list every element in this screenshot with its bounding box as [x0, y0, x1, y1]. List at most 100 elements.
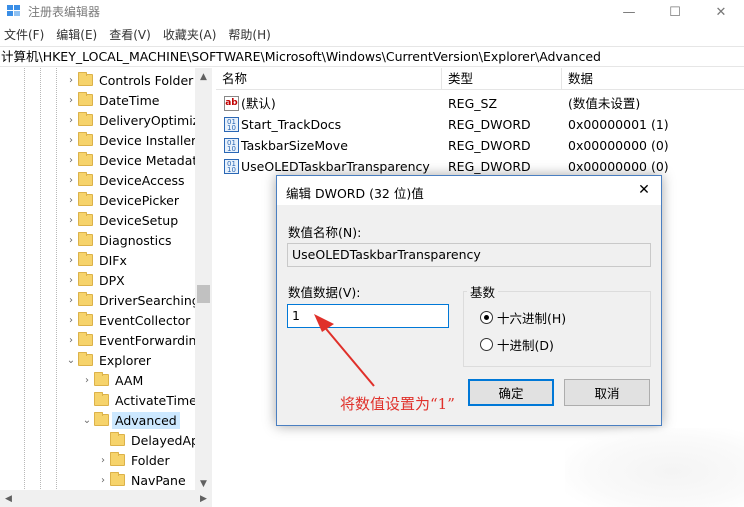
- chevron-right-icon[interactable]: ›: [64, 270, 78, 290]
- tree-item-label: Controls Folder: [99, 72, 194, 88]
- scroll-thumb[interactable]: [197, 285, 210, 303]
- chevron-right-icon[interactable]: ›: [64, 210, 78, 230]
- column-name[interactable]: 名称: [216, 68, 442, 90]
- chevron-right-icon[interactable]: ›: [64, 230, 78, 250]
- cancel-button[interactable]: 取消: [564, 379, 650, 406]
- scroll-up-icon[interactable]: ▲: [195, 68, 212, 85]
- radio-dec-indicator[interactable]: [480, 338, 493, 351]
- tree-item[interactable]: › EventForwarding: [64, 330, 204, 350]
- binary-value-icon: 01 10: [224, 159, 239, 174]
- column-type[interactable]: 类型: [442, 68, 562, 90]
- chevron-right-icon[interactable]: ›: [64, 170, 78, 190]
- chevron-right-icon[interactable]: ›: [64, 310, 78, 330]
- value-data: 0x00000000 (0): [568, 138, 669, 153]
- menu-view[interactable]: 查看(V): [105, 26, 159, 43]
- base-groupbox: [463, 291, 651, 367]
- close-icon: ✕: [715, 4, 727, 20]
- tree-item-label: DateTime: [99, 92, 160, 108]
- tree-item[interactable]: › DevicePicker: [64, 190, 179, 210]
- value-data-label: 数值数据(V):: [288, 285, 361, 300]
- dialog-title-bar: 编辑 DWORD (32 位)值 ✕: [277, 176, 661, 205]
- tree-item[interactable]: › DIFx: [64, 250, 127, 270]
- tree-item[interactable]: › Folder: [96, 450, 170, 470]
- regedit-app-icon: [7, 5, 20, 16]
- close-button[interactable]: ✕: [698, 0, 744, 24]
- scroll-left-icon[interactable]: ◀: [0, 490, 17, 507]
- folder-icon: [78, 352, 93, 366]
- chevron-right-icon[interactable]: ›: [64, 190, 78, 210]
- tree-item-label: DIFx: [99, 252, 127, 268]
- tree-item[interactable]: ActivateTimec: [80, 390, 204, 410]
- tree-item-label: DriverSearching: [99, 292, 200, 308]
- value-row[interactable]: ab (默认) REG_SZ (数值未设置): [216, 93, 744, 114]
- tree-item[interactable]: › DPX: [64, 270, 125, 290]
- tree-item-label: ActivateTimec: [115, 392, 204, 408]
- tree-vertical-scrollbar[interactable]: ▲ ▼: [195, 68, 212, 495]
- base-label: 基数: [467, 282, 499, 301]
- tree-item[interactable]: › DeviceSetup: [64, 210, 178, 230]
- tree-item[interactable]: DelayedAp: [96, 430, 199, 450]
- menu-help[interactable]: 帮助(H): [224, 26, 278, 43]
- menu-bar: 文件(F) 编辑(E) 查看(V) 收藏夹(A) 帮助(H): [0, 24, 744, 45]
- string-value-icon: ab: [224, 96, 239, 111]
- chevron-right-icon[interactable]: ›: [64, 70, 78, 90]
- tree-item[interactable]: › EventCollector: [64, 310, 190, 330]
- registry-tree: › Controls Folder › DateTime › DeliveryOptimi…: [0, 68, 212, 495]
- address-bar[interactable]: 计算机\HKEY_LOCAL_MACHINE\SOFTWARE\Microsof…: [0, 46, 744, 67]
- chevron-right-icon[interactable]: ›: [64, 290, 78, 310]
- ok-button[interactable]: 确定: [468, 379, 554, 406]
- dialog-close-button[interactable]: ✕: [633, 179, 655, 201]
- tree-item-label: DelayedAp: [131, 432, 199, 448]
- maximize-button[interactable]: ☐: [652, 0, 698, 24]
- folder-icon: [78, 72, 93, 86]
- chevron-right-icon[interactable]: ›: [64, 150, 78, 170]
- tree-horizontal-scrollbar[interactable]: ◀ ▶: [0, 490, 212, 507]
- annotation-arrow: [314, 314, 375, 387]
- chevron-right-icon[interactable]: ›: [64, 90, 78, 110]
- chevron-right-icon[interactable]: ›: [80, 370, 94, 390]
- tree-item[interactable]: › NavPane: [96, 470, 186, 490]
- chevron-right-icon[interactable]: ›: [64, 250, 78, 270]
- menu-favorites[interactable]: 收藏夹(A): [159, 26, 225, 43]
- tree-item[interactable]: › Device Installer: [64, 130, 196, 150]
- tree-item[interactable]: › AAM: [80, 370, 143, 390]
- tree-item[interactable]: › Diagnostics: [64, 230, 172, 250]
- column-data[interactable]: 数据: [562, 68, 744, 90]
- tree-item[interactable]: › Controls Folder: [64, 70, 193, 90]
- chevron-down-icon[interactable]: ⌄: [64, 350, 78, 370]
- value-name-field[interactable]: UseOLEDTaskbarTransparency: [287, 243, 651, 267]
- tree-item[interactable]: › DateTime: [64, 90, 159, 110]
- minimize-button[interactable]: —: [606, 0, 652, 24]
- chevron-down-icon[interactable]: ⌄: [80, 410, 94, 430]
- menu-file[interactable]: 文件(F): [0, 26, 52, 43]
- tree-item[interactable]: › DeliveryOptimiza: [64, 110, 207, 130]
- folder-icon: [78, 292, 93, 306]
- value-row[interactable]: 01 10 TaskbarSizeMove REG_DWORD 0x00000000 (…: [216, 135, 744, 156]
- folder-icon: [94, 392, 109, 406]
- tree-item-label: Device Installer: [99, 132, 197, 148]
- folder-icon: [78, 252, 93, 266]
- chevron-right-icon[interactable]: ›: [64, 330, 78, 350]
- binary-value-icon: 01 10: [224, 138, 239, 153]
- chevron-right-icon[interactable]: ›: [96, 450, 110, 470]
- value-row[interactable]: 01 10 UseOLEDTaskbarTransparency REG_DWORD 0…: [216, 156, 744, 177]
- folder-icon: [78, 332, 93, 346]
- tree-item[interactable]: › DriverSearching: [64, 290, 200, 310]
- scroll-right-icon[interactable]: ▶: [195, 490, 212, 507]
- chevron-right-icon[interactable]: ›: [64, 110, 78, 130]
- radio-hex-indicator[interactable]: [480, 311, 493, 324]
- tree-item[interactable]: › DeviceAccess: [64, 170, 185, 190]
- value-type: REG_DWORD: [448, 159, 531, 174]
- chevron-right-icon: [96, 430, 110, 450]
- menu-edit[interactable]: 编辑(E): [52, 26, 105, 43]
- tree-item[interactable]: ⌄ Explorer: [64, 350, 151, 370]
- tree-item[interactable]: ⌄ Advanced: [80, 410, 180, 430]
- radio-dec[interactable]: 十进制(D): [480, 335, 554, 354]
- value-data: 0x00000000 (0): [568, 159, 669, 174]
- chevron-right-icon[interactable]: ›: [64, 130, 78, 150]
- chevron-right-icon[interactable]: ›: [96, 470, 110, 490]
- value-row[interactable]: 01 10 Start_TrackDocs REG_DWORD 0x00000001 (…: [216, 114, 744, 135]
- tree-guide-line: [24, 68, 25, 495]
- tree-item[interactable]: › Device Metadata: [64, 150, 205, 170]
- radio-hex[interactable]: 十六进制(H): [480, 308, 566, 327]
